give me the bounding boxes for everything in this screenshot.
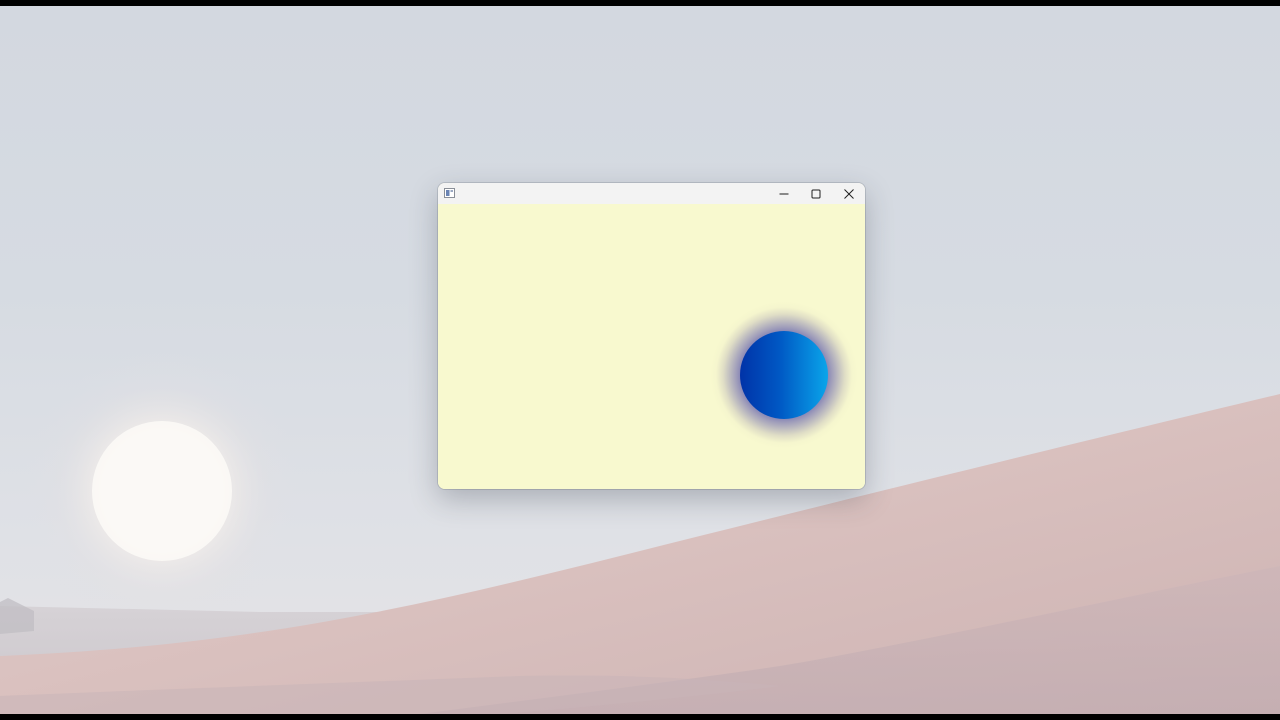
close-icon — [844, 188, 854, 199]
minimize-button[interactable] — [768, 183, 800, 204]
window-client-area[interactable] — [438, 204, 865, 489]
window-titlebar[interactable] — [438, 183, 865, 204]
close-button[interactable] — [833, 183, 865, 204]
blue-ball — [740, 331, 828, 419]
desktop — [0, 6, 1280, 714]
window-app-icon — [444, 188, 455, 198]
app-window[interactable] — [438, 183, 865, 489]
rock-left — [0, 598, 34, 634]
maximize-button[interactable] — [800, 183, 832, 204]
minimize-icon — [779, 193, 789, 194]
maximize-icon — [811, 189, 821, 198]
